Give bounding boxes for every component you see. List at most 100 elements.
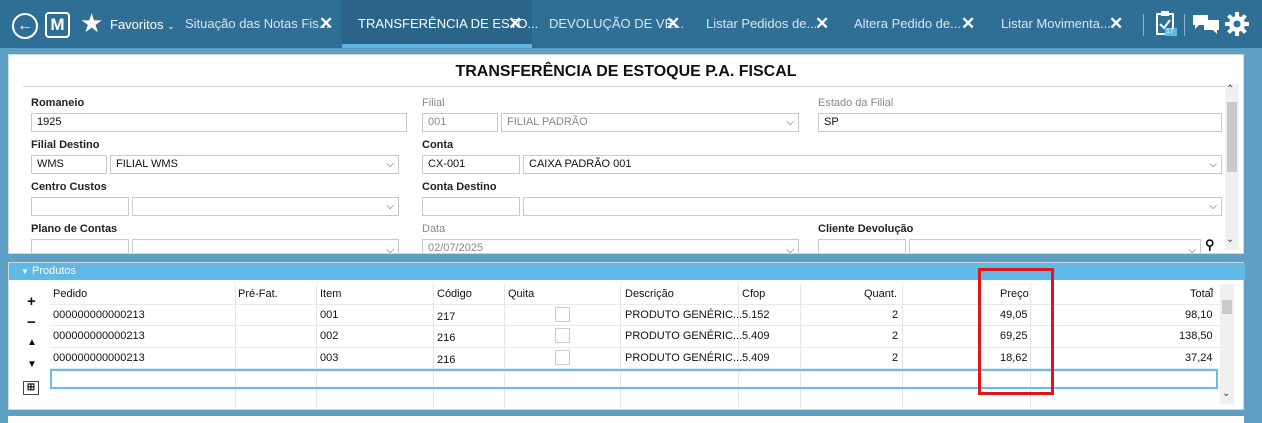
add-row-icon[interactable]: + (27, 293, 36, 310)
cell-total: 98,10 (1185, 309, 1213, 321)
plano-contas-select[interactable]: ⌵ (132, 239, 399, 253)
scroll-down-icon[interactable]: ⌄ (1222, 388, 1230, 399)
tab-label: Listar Pedidos de... (706, 16, 818, 31)
tab-situacao-notas[interactable]: Situação das Notas Fis... ✕ (177, 0, 337, 48)
chevron-down-icon: ⌵ (1188, 245, 1196, 253)
column-divider (316, 284, 317, 408)
produtos-header[interactable]: ▼ Produtos (9, 263, 1245, 280)
close-icon[interactable]: ✕ (666, 0, 680, 48)
filial-select: FILIAL PADRÃO ⌵ (501, 113, 799, 132)
scroll-thumb[interactable] (1222, 300, 1232, 314)
conta-destino-code-input[interactable] (422, 197, 520, 216)
cell-pedido: 000000000000213 (53, 309, 145, 321)
filial-label: Filial (422, 97, 445, 109)
tab-listar-pedidos[interactable]: Listar Pedidos de... ✕ (698, 0, 838, 48)
chevron-down-icon: ⌵ (786, 245, 794, 253)
cell-descricao: PRODUTO GENÉRIC... (625, 330, 743, 342)
tab-devolucao[interactable]: DEVOLUÇÃO DE VE... ✕ (541, 0, 691, 48)
estado-input[interactable]: SP (818, 113, 1222, 132)
form-panel: TRANSFERÊNCIA DE ESTOQUE P.A. FISCAL Rom… (8, 54, 1244, 254)
tab-listar-movimentacao[interactable]: Listar Movimenta... ✕ (993, 0, 1133, 48)
column-divider (235, 284, 236, 408)
close-icon[interactable]: ✕ (815, 0, 829, 48)
star-icon[interactable]: ★ (80, 8, 103, 38)
plano-contas-code-input[interactable] (31, 239, 129, 253)
produtos-title: Produtos (31, 265, 77, 277)
cell-total: 37,24 (1185, 352, 1213, 364)
conta-destino-select[interactable]: ⌵ (523, 197, 1222, 216)
cell-quant: 2 (892, 330, 899, 342)
romaneio-label: Romaneio (31, 97, 85, 109)
favorites-menu[interactable]: Favoritos ⌄ (110, 17, 175, 32)
filial-destino-label: Filial Destino (31, 139, 100, 151)
favorites-label: Favoritos (110, 17, 164, 32)
tab-label: Situação das Notas Fis... (185, 16, 330, 31)
sort-up-icon[interactable]: ⌃ (1207, 287, 1215, 298)
cell-cfop: 5.152 (742, 309, 770, 321)
quita-checkbox[interactable] (555, 307, 570, 322)
tab-transferencia[interactable]: TRANSFERÊNCIA DE ESTO... ✕ (342, 0, 538, 48)
conta-name: CAIXA PADRÃO 001 (529, 158, 632, 170)
scroll-down-icon[interactable]: ⌄ (1226, 234, 1234, 245)
centro-custos-code-input[interactable] (31, 197, 129, 216)
gear-svg (1225, 12, 1249, 36)
search-icon[interactable]: ⚲ (1205, 237, 1215, 253)
chevron-down-icon: ⌄ (167, 21, 175, 31)
tab-altera-pedido[interactable]: Altera Pedido de... ✕ (846, 0, 986, 48)
page-title: TRANSFERÊNCIA DE ESTOQUE P.A. FISCAL (23, 59, 1229, 87)
filial-code-input: 001 (422, 113, 498, 132)
back-icon[interactable]: ← (12, 13, 38, 39)
column-divider (738, 284, 739, 408)
scroll-up-icon[interactable]: ⌃ (1226, 84, 1234, 95)
estado-label: Estado da Filial (818, 97, 894, 109)
insert-row-icon[interactable]: ⊞ (23, 381, 39, 395)
divider (1143, 14, 1144, 36)
form-scrollbar[interactable]: ⌃ ⌄ (1225, 84, 1239, 250)
filial-destino-name: FILIAL WMS (116, 158, 178, 170)
quita-checkbox[interactable] (555, 328, 570, 343)
chevron-down-icon: ⌵ (786, 117, 794, 128)
cliente-devolucao-select[interactable]: ⌵ (909, 239, 1201, 253)
grid-scrollbar[interactable]: ⌄ (1220, 284, 1234, 404)
conta-select[interactable]: CAIXA PADRÃO 001 ⌵ (523, 155, 1222, 174)
tab-label: DEVOLUÇÃO DE VE... (549, 16, 685, 31)
romaneio-input[interactable]: 1925 (31, 113, 407, 132)
plano-contas-label: Plano de Contas (31, 223, 118, 235)
chevron-down-icon: ⌵ (1209, 159, 1217, 170)
quita-checkbox[interactable] (555, 350, 570, 365)
column-divider (433, 284, 434, 408)
scroll-thumb[interactable] (1227, 102, 1237, 172)
chevron-down-icon: ⌵ (386, 159, 394, 170)
data-value: 02/07/2025 (428, 242, 484, 253)
data-label: Data (422, 223, 446, 235)
cliente-devolucao-code-input[interactable] (818, 239, 906, 253)
filial-destino-select[interactable]: FILIAL WMS ⌵ (110, 155, 399, 174)
caret-down-icon: ▼ (21, 267, 29, 276)
close-icon[interactable]: ✕ (508, 0, 522, 48)
app-logo-icon[interactable]: M (45, 12, 70, 38)
notification-count-badge: 17 (1166, 28, 1174, 35)
cell-pedido: 000000000000213 (53, 330, 145, 342)
remove-row-icon[interactable]: − (27, 314, 36, 331)
column-divider (800, 284, 801, 408)
chevron-down-icon: ⌵ (386, 245, 394, 253)
close-icon[interactable]: ✕ (319, 0, 333, 48)
centro-custos-select[interactable]: ⌵ (132, 197, 399, 216)
cell-pedido: 000000000000213 (53, 352, 145, 364)
cell-total: 138,50 (1179, 330, 1213, 342)
move-down-icon[interactable]: ▼ (27, 359, 37, 370)
clipboard-icon[interactable]: 17 (1155, 10, 1177, 45)
cell-cfop: 5.409 (742, 352, 770, 364)
close-icon[interactable]: ✕ (961, 0, 975, 48)
cell-descricao: PRODUTO GENÉRIC... (625, 352, 743, 364)
filial-destino-code-input[interactable]: WMS (31, 155, 107, 174)
column-divider (620, 284, 621, 408)
cell-codigo: 216 (437, 332, 456, 344)
divider (1184, 14, 1185, 36)
gear-icon[interactable] (1224, 11, 1250, 44)
conta-code-input[interactable]: CX-001 (422, 155, 520, 174)
chat-icon[interactable] (1192, 13, 1220, 42)
chat-svg (1193, 15, 1219, 34)
close-icon[interactable]: ✕ (1109, 0, 1123, 48)
move-up-icon[interactable]: ▲ (27, 337, 37, 348)
